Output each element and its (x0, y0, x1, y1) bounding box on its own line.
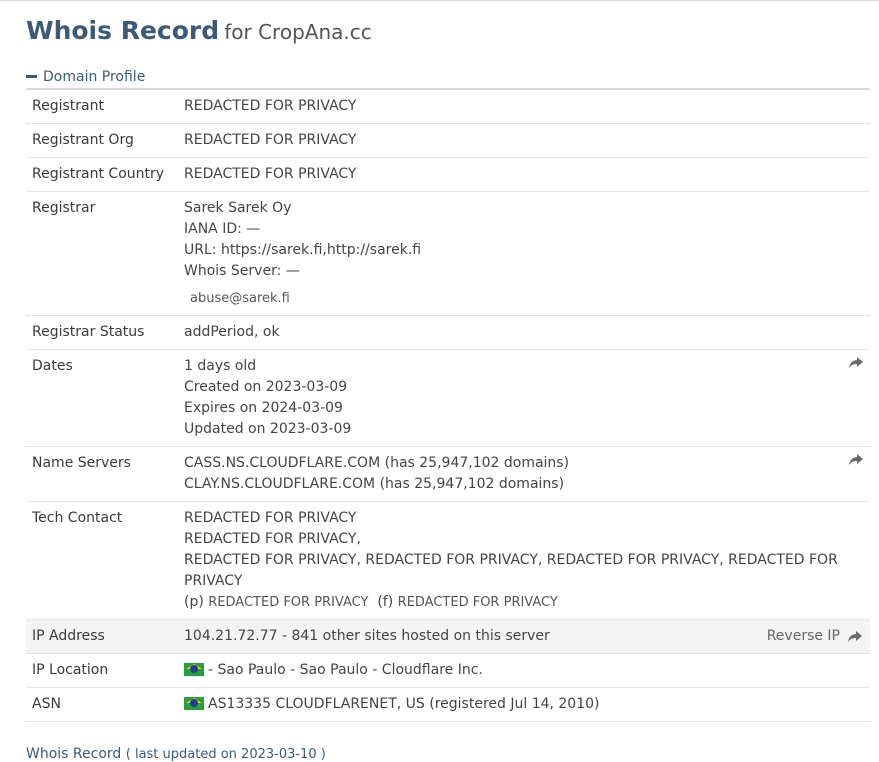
registrar-whois-server: Whois Server: — (184, 263, 300, 279)
dates-label: Dates (32, 358, 73, 374)
share-arrow-icon[interactable] (847, 451, 865, 469)
footer-whois-record: Whois Record ( last updated on 2023-03-1… (26, 746, 870, 762)
row-registrant-org: Registrant Org REDACTED FOR PRIVACY (26, 124, 870, 158)
registrant-value: REDACTED FOR PRIVACY (184, 98, 357, 114)
share-arrow-icon[interactable] (846, 628, 864, 646)
name-servers-label: Name Servers (32, 455, 131, 471)
whois-record-link[interactable]: Whois Record (26, 746, 121, 762)
registrant-country-label: Registrant Country (32, 166, 165, 182)
domain-profile-toggle[interactable]: Domain Profile (26, 66, 870, 88)
asn-value: AS13335 CLOUDFLARENET, US (registered Ju… (208, 696, 600, 712)
row-dates: Dates 1 days old Created on 2023-03-09 E… (26, 350, 870, 447)
page-title-main: Whois Record (26, 16, 220, 45)
row-registrant: Registrant REDACTED FOR PRIVACY (26, 90, 870, 124)
ip-location-label: IP Location (32, 662, 109, 678)
asn-label: ASN (32, 696, 61, 712)
whois-page: Whois Record for CropAna.cc Domain Profi… (0, 14, 879, 762)
domain-profile-table: Registrant REDACTED FOR PRIVACY Registra… (26, 88, 870, 722)
registrar-status-value: addPeriod, ok (184, 324, 280, 340)
row-registrant-country: Registrant Country REDACTED FOR PRIVACY (26, 158, 870, 192)
row-asn: ASN AS13335 CLOUDFLARENET, US (registere… (26, 688, 870, 722)
registrar-label: Registrar (32, 200, 96, 216)
registrar-url: URL: https://sarek.fi,http://sarek.fi (184, 242, 422, 258)
registrar-iana: IANA ID: — (184, 221, 261, 237)
name-server-2: CLAY.NS.CLOUDFLARE.COM (has 25,947,102 d… (184, 476, 565, 492)
domain-age: 1 days old (184, 358, 257, 374)
tech-contact-line-2: REDACTED FOR PRIVACY, (184, 531, 361, 547)
registrar-value: Sarek Sarek Oy IANA ID: — URL: https://s… (184, 198, 870, 309)
registrant-org-label: Registrant Org (32, 132, 134, 148)
page-title-domain: for CropAna.cc (224, 20, 372, 44)
registrar-abuse-email: abuse@sarek.fi (190, 291, 290, 306)
page-title: Whois Record for CropAna.cc (26, 14, 870, 47)
brazil-flag-icon (184, 662, 204, 676)
fax-prefix: (f) (377, 594, 394, 610)
tech-contact-label: Tech Contact (32, 510, 123, 526)
name-server-1: CASS.NS.CLOUDFLARE.COM (has 25,947,102 d… (184, 455, 570, 471)
phone-value: REDACTED FOR PRIVACY (208, 595, 369, 610)
last-updated-note: ( last updated on 2023-03-10 ) (125, 747, 326, 762)
tech-contact-line-3: REDACTED FOR PRIVACY, REDACTED FOR PRIVA… (184, 552, 838, 589)
expires-date: Expires on 2024-03-09 (184, 400, 343, 416)
ip-location-value-wrap: - Sao Paulo - Sao Paulo - Cloudflare Inc… (184, 660, 870, 681)
tech-contact-phone-fax: (p) REDACTED FOR PRIVACY (f) REDACTED FO… (184, 592, 862, 613)
fax-value: REDACTED FOR PRIVACY (397, 595, 558, 610)
registrant-country-value: REDACTED FOR PRIVACY (184, 166, 357, 182)
registrar-name: Sarek Sarek Oy (184, 200, 292, 216)
registrant-label: Registrant (32, 98, 104, 114)
row-tech-contact: Tech Contact REDACTED FOR PRIVACY REDACT… (26, 502, 870, 620)
asn-value-wrap: AS13335 CLOUDFLARENET, US (registered Ju… (184, 694, 870, 715)
row-registrar: Registrar Sarek Sarek Oy IANA ID: — URL:… (26, 192, 870, 316)
registrar-status-label: Registrar Status (32, 324, 145, 340)
ip-location-value: - Sao Paulo - Sao Paulo - Cloudflare Inc… (208, 662, 483, 678)
tech-contact-value: REDACTED FOR PRIVACY REDACTED FOR PRIVAC… (184, 508, 870, 613)
row-name-servers: Name Servers CASS.NS.CLOUDFLARE.COM (has… (26, 447, 870, 502)
row-ip-location: IP Location - Sao Paulo - Sao Paulo - Cl… (26, 654, 870, 688)
row-registrar-status: Registrar Status addPeriod, ok (26, 316, 870, 350)
registrant-org-value: REDACTED FOR PRIVACY (184, 132, 357, 148)
brazil-flag-icon (184, 696, 204, 710)
created-date: Created on 2023-03-09 (184, 379, 348, 395)
minus-icon[interactable] (26, 74, 37, 78)
updated-date: Updated on 2023-03-09 (184, 421, 352, 437)
dates-value: 1 days old Created on 2023-03-09 Expires… (184, 356, 870, 440)
ip-address-label: IP Address (32, 628, 105, 644)
domain-profile-label: Domain Profile (43, 69, 146, 85)
tech-contact-line-1: REDACTED FOR PRIVACY (184, 510, 357, 526)
phone-prefix: (p) (184, 594, 204, 610)
name-servers-value: CASS.NS.CLOUDFLARE.COM (has 25,947,102 d… (184, 453, 870, 495)
row-ip-address: IP Address 104.21.72.77 - 841 other site… (26, 620, 870, 654)
share-arrow-icon[interactable] (847, 354, 865, 372)
reverse-ip-link[interactable]: Reverse IP (767, 626, 864, 647)
reverse-ip-label: Reverse IP (766, 628, 840, 644)
